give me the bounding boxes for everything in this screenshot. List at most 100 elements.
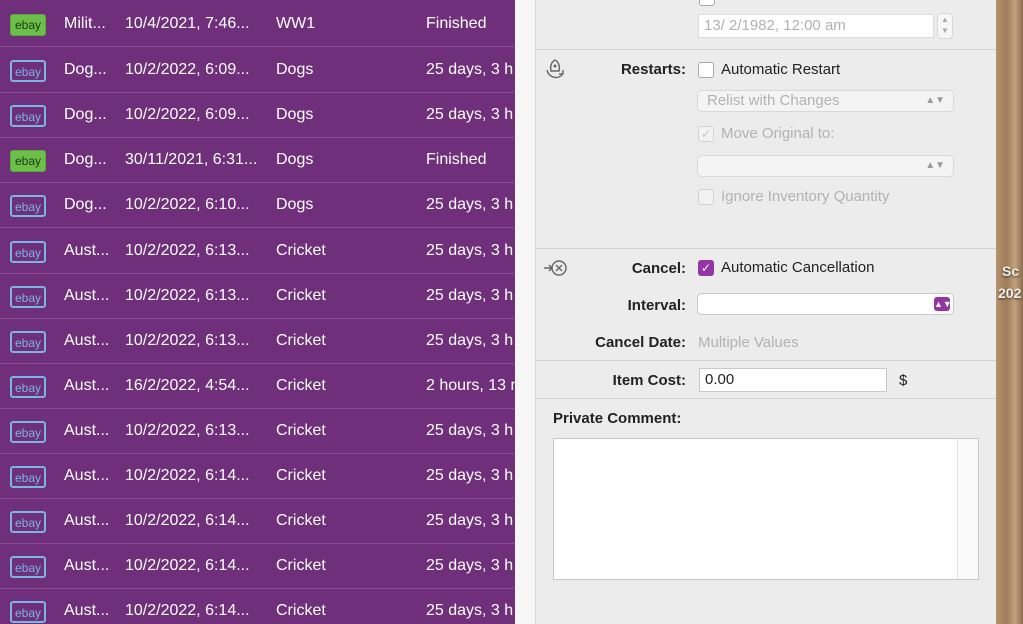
listing-status-cell: 25 days, 3 h (426, 331, 514, 349)
listing-category-cell: WW1 (276, 15, 316, 32)
listing-status-cell: 2 hours, 13 n (426, 376, 515, 394)
listing-date-cell: 10/2/2022, 6:13... (125, 286, 250, 304)
schedule-date-field[interactable]: 13/ 2/1982, 12:00 am (698, 14, 934, 38)
background-text-line2: 202 (998, 285, 1022, 301)
chevron-updown-icon: ▲▼ (925, 95, 945, 106)
table-row[interactable]: ebay Aust... 10/2/2022, 6:14... Cricket 25 d… (0, 544, 515, 590)
move-original-select[interactable]: ▲▼ (697, 155, 954, 177)
ebay-badge-icon: ebay (10, 150, 46, 173)
listing-date-cell: 16/2/2022, 4:54... (125, 376, 250, 394)
table-row[interactable]: ebay Dog... 10/2/2022, 6:09... Dogs 25 days,… (0, 93, 515, 139)
listing-category-cell: Dogs (276, 196, 314, 214)
ebay-badge-icon: ebay (10, 240, 46, 263)
chevron-updown-icon: ▲▼ (934, 297, 952, 311)
listing-title-cell: Dog... (64, 151, 107, 169)
table-row[interactable]: ebay Aust... 10/2/2022, 6:13... Cricket 25 d… (0, 229, 515, 274)
listing-date-cell: 10/2/2022, 6:13... (125, 241, 250, 259)
automatic-restart-checkbox[interactable] (698, 62, 714, 78)
ebay-badge-icon: ebay (10, 60, 46, 83)
inspector-panel: 13/ 2/1982, 12:00 am ▲ ▼ Restarts: Automa… (536, 0, 996, 624)
ebay-badge-icon: ebay (10, 420, 46, 443)
listing-category-cell: Dogs (276, 106, 314, 124)
listing-date-cell: 10/2/2022, 6:09... (125, 106, 250, 124)
listing-category-cell: Cricket (276, 331, 326, 349)
listing-category-cell: Cricket (276, 376, 326, 394)
listing-title-cell: Aust... (64, 512, 110, 530)
listing-status-cell: 25 days, 3 h (426, 61, 514, 79)
listing-title-cell: Aust... (64, 241, 110, 259)
section-divider (536, 49, 996, 50)
listing-title-cell: Aust... (64, 602, 110, 620)
table-row[interactable]: ebay Aust... 10/2/2022, 6:14... Cricket 25 d… (0, 589, 515, 624)
schedule-checkbox[interactable] (699, 0, 715, 6)
item-cost-label: Item Cost: (612, 372, 686, 389)
table-row[interactable]: ebay Dog... 10/2/2022, 6:10... Dogs 25 days,… (0, 183, 515, 229)
ebay-badge-icon: ebay (10, 285, 46, 308)
ebay-badge-icon: ebay (10, 195, 46, 218)
private-comment-label: Private Comment: (553, 410, 682, 427)
cancel-x-icon (542, 255, 568, 281)
ignore-inventory-checkbox[interactable] (698, 189, 714, 205)
automatic-cancellation-checkbox[interactable]: ✓ (698, 260, 714, 276)
ebay-badge-icon: ebay (10, 330, 46, 353)
cancel-label: Cancel: (631, 260, 686, 277)
listing-title-cell: Aust... (64, 421, 110, 439)
listing-title-cell: Milit... (64, 15, 106, 32)
listing-date-cell: 30/11/2021, 6:31... (125, 151, 258, 169)
listing-date-cell: 10/2/2022, 6:14... (125, 602, 250, 620)
listing-status-cell: 25 days, 3 h (426, 196, 514, 214)
ebay-badge-icon: ebay (10, 466, 46, 488)
ebay-badge-icon: ebay (10, 511, 46, 534)
table-row[interactable]: ebay Aust... 10/2/2022, 6:13... Cricket 25 d… (0, 409, 515, 454)
listing-status-cell: 25 days, 3 h (426, 421, 514, 439)
listing-category-cell: Cricket (276, 241, 326, 259)
interval-label: Interval: (627, 297, 686, 314)
table-row[interactable]: ebay Aust... 16/2/2022, 4:54... Cricket 2 ho… (0, 364, 515, 409)
restarts-label: Restarts: (620, 61, 686, 78)
listing-date-cell: 10/2/2022, 6:10... (125, 196, 250, 214)
listing-category-cell: Cricket (276, 421, 326, 439)
desktop-background-edge: Sc 202 (996, 0, 1023, 624)
schedule-date-stepper[interactable]: ▲ ▼ (937, 13, 953, 39)
automatic-restart-label[interactable]: Automatic Restart (721, 61, 840, 78)
table-row[interactable]: ebay Aust... 10/2/2022, 6:14... Cricket 25 d… (0, 454, 515, 499)
listing-date-cell: 10/2/2022, 6:09... (125, 61, 250, 79)
table-row[interactable]: ebay Aust... 10/2/2022, 6:13... Cricket 25 d… (0, 319, 515, 364)
listing-status-cell: 25 days, 3 h (426, 467, 514, 484)
chevron-updown-icon: ▲▼ (925, 160, 945, 171)
ebay-badge-icon: ebay (10, 375, 46, 398)
table-row[interactable]: ebay Dog... 30/11/2021, 6:31... Dogs Finishe… (0, 138, 515, 184)
currency-symbol: $ (899, 372, 908, 389)
listing-title-cell: Aust... (64, 376, 110, 394)
table-row[interactable]: ebay Milit... 10/4/2021, 7:46... WW1 Finishe… (0, 2, 515, 47)
table-row[interactable]: ebay Aust... 10/2/2022, 6:13... Cricket 25 d… (0, 274, 515, 319)
move-original-checkbox[interactable]: ✓ (698, 126, 714, 142)
interval-select[interactable]: ▲▼ (697, 293, 954, 315)
table-row[interactable]: ebay Dog... 10/2/2022, 6:09... Dogs 25 days,… (0, 48, 515, 94)
listing-category-cell: Cricket (276, 602, 326, 620)
ebay-badge-icon: ebay (10, 601, 46, 624)
listing-category-cell: Cricket (276, 512, 326, 530)
panel-divider[interactable] (515, 0, 536, 624)
item-cost-input[interactable]: 0.00 (699, 368, 887, 392)
listing-date-cell: 10/2/2022, 6:14... (125, 557, 250, 575)
listing-status-cell: 25 days, 3 h (426, 602, 514, 620)
cancel-date-label: Cancel Date: (595, 334, 686, 351)
listing-date-cell: 10/2/2022, 6:13... (125, 331, 250, 349)
listing-category-cell: Cricket (276, 557, 326, 575)
listing-title-cell: Dog... (64, 61, 107, 79)
ignore-inventory-label[interactable]: Ignore Inventory Quantity (721, 188, 889, 205)
listing-status-cell: 25 days, 3 h (426, 512, 514, 530)
private-comment-textarea[interactable] (553, 438, 979, 580)
listing-title-cell: Aust... (64, 557, 110, 575)
private-comment-scrollbar[interactable] (957, 439, 978, 579)
relist-select[interactable]: Relist with Changes ▲▼ (697, 90, 954, 112)
listing-category-cell: Cricket (276, 286, 326, 304)
listing-title-cell: Aust... (64, 331, 110, 349)
table-row[interactable]: ebay Aust... 10/2/2022, 6:14... Cricket 25 d… (0, 499, 515, 545)
move-original-label[interactable]: Move Original to: (721, 125, 834, 142)
restart-rocket-icon (542, 56, 568, 82)
automatic-cancellation-label[interactable]: Automatic Cancellation (721, 259, 874, 276)
relist-select-value: Relist with Changes (707, 92, 840, 109)
listing-date-cell: 10/2/2022, 6:14... (125, 467, 250, 484)
